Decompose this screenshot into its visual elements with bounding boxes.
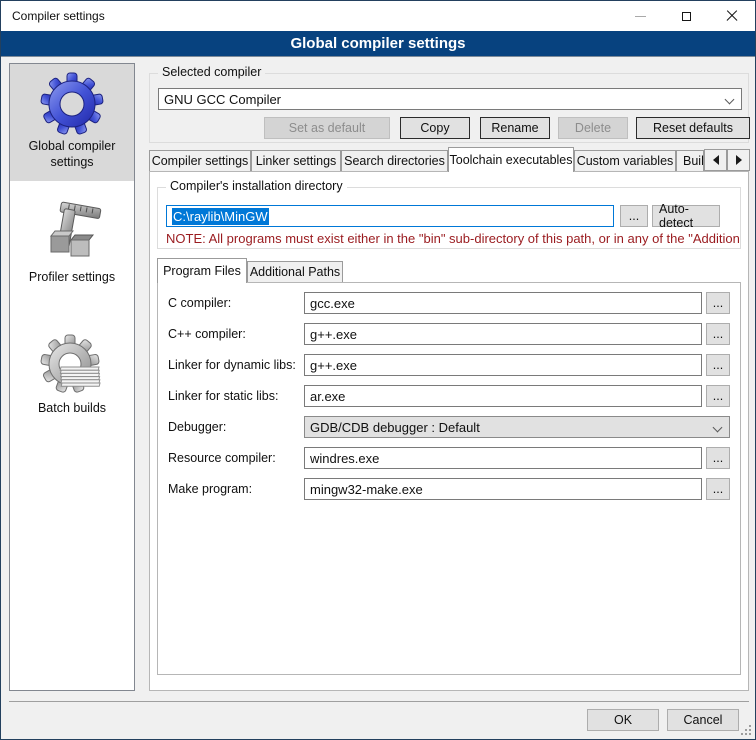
debugger-value: GDB/CDB debugger : Default: [310, 420, 480, 435]
debugger-label: Debugger:: [168, 420, 226, 434]
chevron-down-icon: [725, 95, 735, 105]
resource-compiler-label: Resource compiler:: [168, 451, 276, 465]
program-files-page: C compiler: gcc.exe ... C++ compiler: g+…: [157, 282, 741, 675]
browse-directory-button[interactable]: ...: [620, 205, 648, 227]
copy-button[interactable]: Copy: [400, 117, 470, 139]
arrow-right-icon: [736, 155, 742, 165]
window-controls: [617, 1, 755, 31]
selected-compiler-group: Selected compiler GNU GCC Compiler Set a…: [149, 73, 749, 143]
minimize-button[interactable]: [617, 1, 663, 31]
linker-static-input[interactable]: ar.exe: [304, 385, 702, 407]
selected-compiler-dropdown[interactable]: GNU GCC Compiler: [158, 88, 742, 110]
arrow-left-icon: [713, 155, 719, 165]
page-title: Global compiler settings: [1, 31, 755, 57]
caliper-icon: [39, 198, 105, 268]
installation-directory-group: Compiler's installation directory C:\ray…: [157, 187, 741, 249]
close-button[interactable]: [709, 1, 755, 31]
tab-build-options[interactable]: Build options: [676, 150, 704, 171]
tab-scroll-left-button[interactable]: [704, 149, 727, 171]
resize-grip[interactable]: [741, 725, 751, 735]
sidebar-item-global-compiler-settings[interactable]: Global compiler settings: [10, 64, 134, 181]
minimize-icon: [635, 16, 646, 17]
tab-compiler-settings[interactable]: Compiler settings: [149, 150, 251, 171]
cpp-compiler-label: C++ compiler:: [168, 327, 246, 341]
cpp-compiler-input[interactable]: g++.exe: [304, 323, 702, 345]
sidebar-item-label: Profiler settings: [10, 268, 134, 294]
close-icon: [726, 10, 738, 22]
cancel-button[interactable]: Cancel: [667, 709, 739, 731]
maximize-button[interactable]: [663, 1, 709, 31]
sidebar-item-batch-builds[interactable]: Batch builds: [10, 326, 134, 425]
c-compiler-label: C compiler:: [168, 296, 231, 310]
reset-defaults-button[interactable]: Reset defaults: [636, 117, 750, 139]
selected-compiler-value: GNU GCC Compiler: [164, 92, 281, 107]
make-program-value: mingw32-make.exe: [310, 482, 423, 497]
installation-directory-value: C:\raylib\MinGW: [172, 208, 269, 225]
cpp-compiler-value: g++.exe: [310, 327, 357, 342]
linker-dynamic-input[interactable]: g++.exe: [304, 354, 702, 376]
chevron-down-icon: [713, 423, 723, 433]
sidebar-item-label: Batch builds: [10, 399, 134, 425]
linker-static-label: Linker for static libs:: [168, 389, 278, 403]
blue-gear-icon: [39, 71, 105, 137]
c-compiler-value: gcc.exe: [310, 296, 355, 311]
installation-directory-group-label: Compiler's installation directory: [166, 179, 347, 193]
set-as-default-button: Set as default: [264, 117, 390, 139]
bin-subdirectory-note: NOTE: All programs must exist either in …: [166, 231, 740, 246]
titlebar: Compiler settings: [1, 1, 755, 31]
gray-gear-stack-icon: [39, 333, 105, 399]
ok-button[interactable]: OK: [587, 709, 659, 731]
compiler-settings-dialog: Compiler settings Global compiler settin…: [0, 0, 756, 740]
tab-custom-variables[interactable]: Custom variables: [574, 150, 676, 171]
linker-static-browse-button[interactable]: ...: [706, 385, 730, 407]
settings-category-list: Global compiler settings: [9, 63, 135, 691]
make-program-label: Make program:: [168, 482, 252, 496]
subtab-program-files[interactable]: Program Files: [157, 258, 247, 283]
subtab-additional-paths[interactable]: Additional Paths: [247, 261, 343, 282]
tab-linker-settings[interactable]: Linker settings: [251, 150, 341, 171]
installation-directory-input[interactable]: C:\raylib\MinGW: [166, 205, 614, 227]
linker-dynamic-browse-button[interactable]: ...: [706, 354, 730, 376]
rename-button[interactable]: Rename: [480, 117, 550, 139]
linker-static-value: ar.exe: [310, 389, 345, 404]
selected-compiler-group-label: Selected compiler: [158, 65, 265, 79]
tab-search-directories[interactable]: Search directories: [341, 150, 448, 171]
auto-detect-button[interactable]: Auto-detect: [652, 205, 720, 227]
make-program-input[interactable]: mingw32-make.exe: [304, 478, 702, 500]
maximize-icon: [682, 12, 691, 21]
window-title: Compiler settings: [12, 1, 105, 31]
resource-compiler-value: windres.exe: [310, 451, 379, 466]
linker-dynamic-value: g++.exe: [310, 358, 357, 373]
footer-divider: [9, 701, 749, 702]
resource-compiler-input[interactable]: windres.exe: [304, 447, 702, 469]
sidebar-item-profiler-settings[interactable]: Profiler settings: [10, 191, 134, 294]
delete-button: Delete: [558, 117, 628, 139]
tab-scroll-right-button[interactable]: [727, 149, 750, 171]
cpp-compiler-browse-button[interactable]: ...: [706, 323, 730, 345]
resource-compiler-browse-button[interactable]: ...: [706, 447, 730, 469]
c-compiler-browse-button[interactable]: ...: [706, 292, 730, 314]
debugger-dropdown[interactable]: GDB/CDB debugger : Default: [304, 416, 730, 438]
linker-dynamic-label: Linker for dynamic libs:: [168, 358, 296, 372]
sidebar-item-label: Global compiler settings: [10, 137, 134, 178]
tab-toolchain-executables[interactable]: Toolchain executables: [448, 147, 574, 172]
make-program-browse-button[interactable]: ...: [706, 478, 730, 500]
c-compiler-input[interactable]: gcc.exe: [304, 292, 702, 314]
